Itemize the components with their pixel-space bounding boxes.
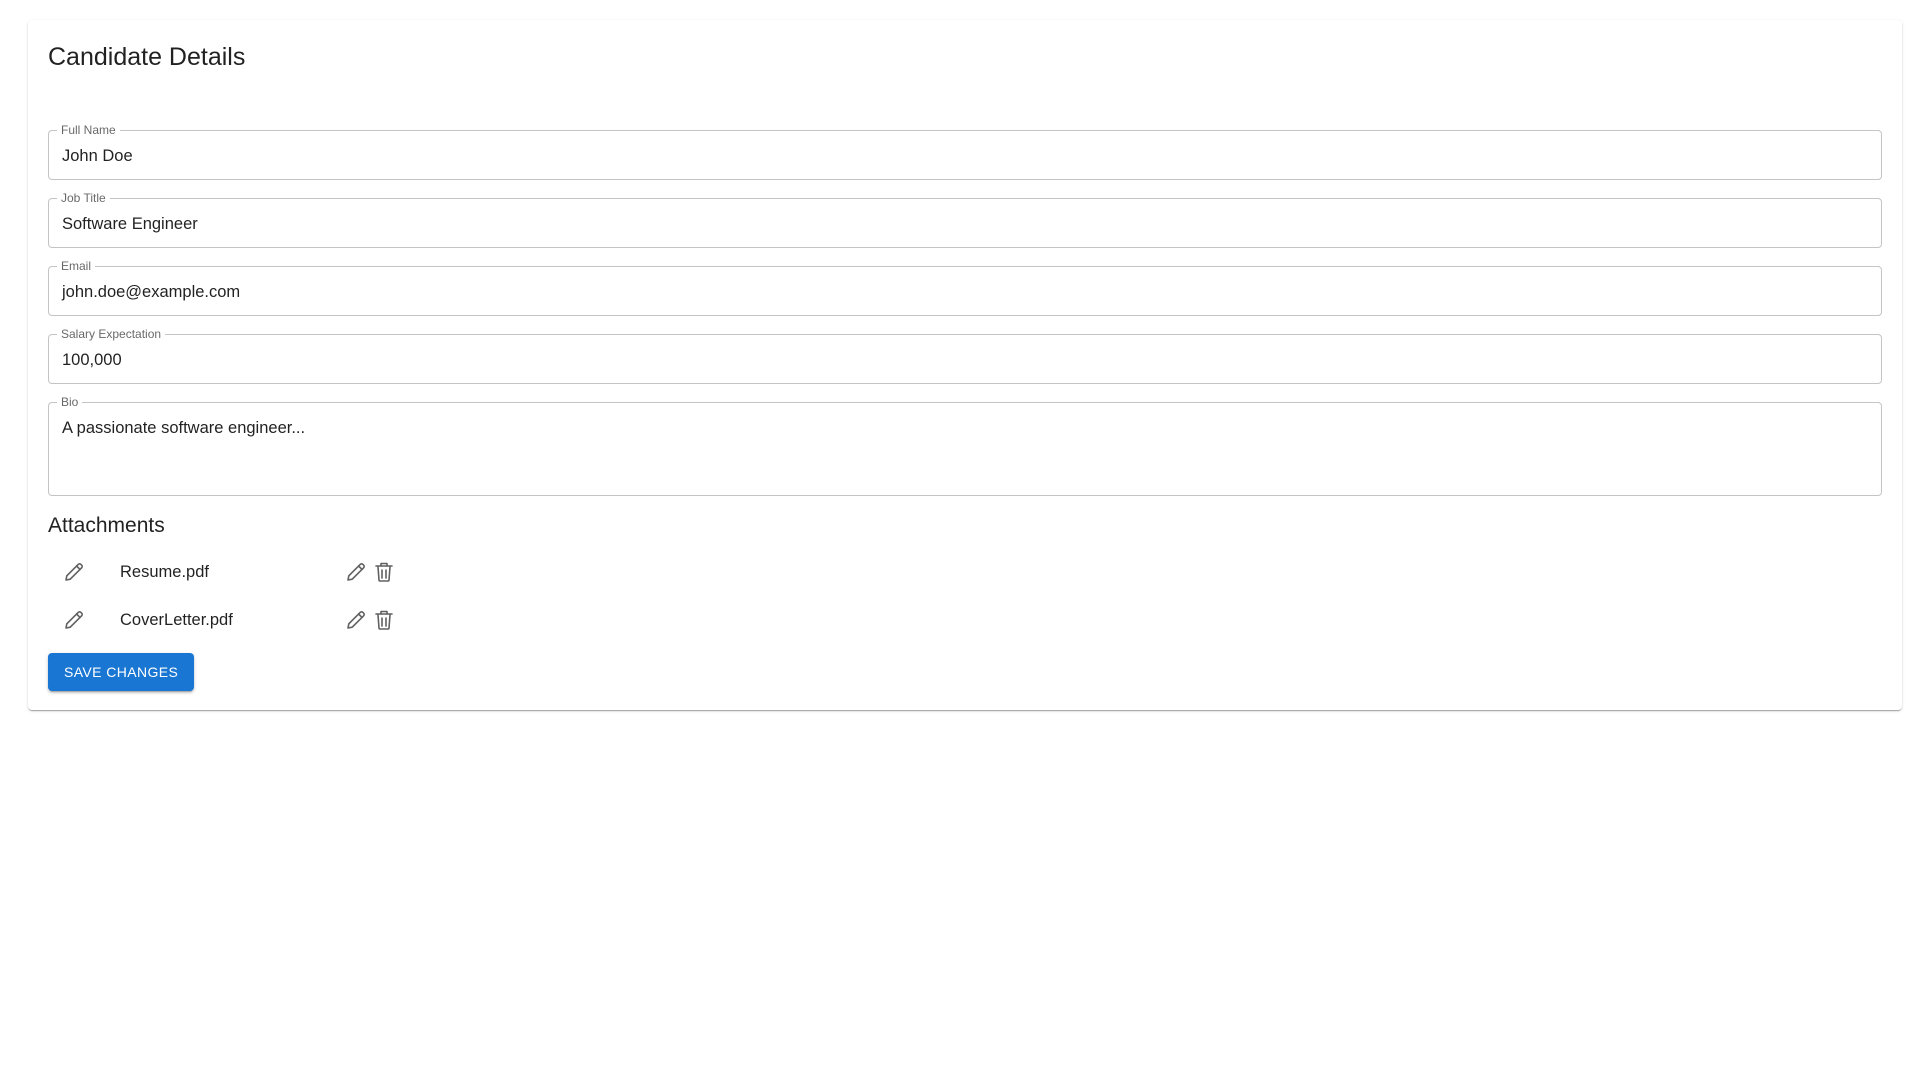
full-name-input[interactable]: John Doe (62, 146, 133, 166)
bio-field[interactable]: Bio A passionate software engineer... (48, 396, 1882, 496)
salary-expectation-outline: Salary Expectation (48, 328, 1882, 384)
attachments-title: Attachments (48, 514, 165, 537)
job-title-label: Job Title (61, 191, 106, 205)
email-input[interactable]: john.doe@example.com (62, 282, 240, 302)
trash-icon (375, 610, 393, 630)
pencil-icon (62, 560, 86, 584)
salary-expectation-field[interactable]: Salary Expectation 100,000 (48, 328, 1882, 384)
full-name-label: Full Name (61, 123, 116, 137)
email-outline: Email (48, 260, 1882, 316)
pencil-icon (347, 563, 365, 581)
email-label: Email (61, 259, 92, 273)
full-name-outline: Full Name (48, 124, 1882, 180)
email-field[interactable]: Email john.doe@example.com (48, 260, 1882, 316)
salary-expectation-input[interactable]: 100,000 (62, 350, 122, 370)
bio-textarea[interactable]: A passionate software engineer... (62, 418, 305, 438)
bio-label: Bio (61, 395, 79, 409)
bio-outline: Bio (48, 396, 1882, 496)
trash-icon (375, 562, 393, 582)
attachment-row-resume: Resume.pdf (48, 550, 448, 594)
job-title-field[interactable]: Job Title Software Engineer (48, 192, 1882, 248)
attachment-file-name: CoverLetter.pdf (120, 611, 233, 629)
delete-attachment-button[interactable] (372, 560, 396, 584)
edit-attachment-button[interactable] (344, 608, 368, 632)
attachment-file-name: Resume.pdf (120, 563, 209, 581)
delete-attachment-button[interactable] (372, 608, 396, 632)
page-title: Candidate Details (48, 43, 246, 71)
edit-attachment-button[interactable] (344, 560, 368, 584)
job-title-outline: Job Title (48, 192, 1882, 248)
save-changes-button[interactable]: Save Changes (48, 653, 195, 691)
salary-expectation-label: Salary Expectation (61, 327, 162, 341)
pencil-icon (347, 611, 365, 629)
pencil-icon (62, 608, 86, 632)
attachment-row-coverletter: CoverLetter.pdf (48, 598, 448, 642)
full-name-field[interactable]: Full Name John Doe (48, 124, 1882, 180)
job-title-input[interactable]: Software Engineer (62, 214, 198, 234)
candidate-details-card: Candidate Details Full Name John Doe Job… (28, 20, 1902, 710)
